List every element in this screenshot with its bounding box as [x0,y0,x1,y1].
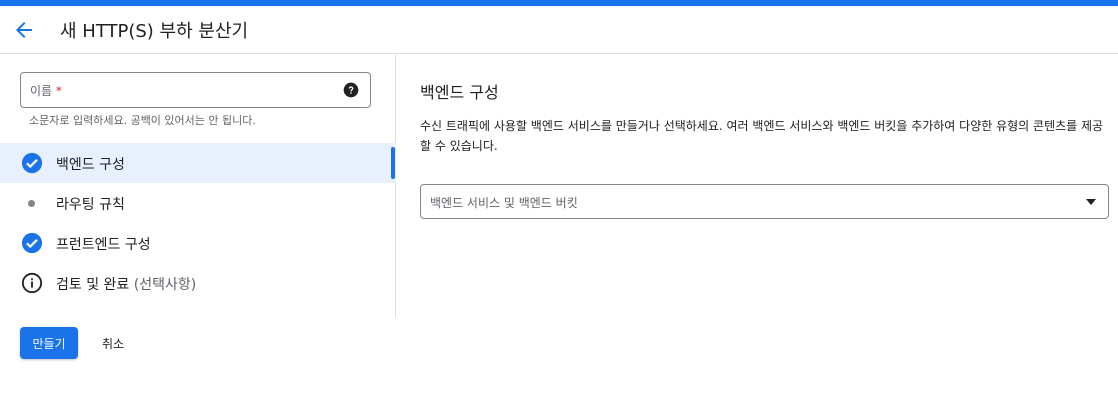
select-label: 백엔드 서비스 및 백엔드 버킷 [430,196,578,210]
step-label: 백엔드 구성 [56,157,125,173]
chevron-down-icon [1086,199,1096,205]
required-star: * [55,84,62,98]
check-circle-icon [21,152,43,174]
step-label: 검토 및 완료 (선택사항) [56,277,197,293]
section-title: 백엔드 구성 [420,83,499,102]
page-header: 새 HTTP(S) 부하 분산기 [0,6,1118,54]
step-review-finish[interactable]: 검토 및 완료 (선택사항) [0,263,396,303]
step-routing-rules[interactable]: 라우팅 규칙 [0,183,396,223]
info-icon [21,272,43,294]
form-footer: 만들기 취소 [0,317,1118,399]
step-label: 프런트엔드 구성 [56,237,151,253]
optional-label: (선택사항) [133,277,197,293]
step-label: 라우팅 규칙 [56,197,125,213]
arrow-back-icon[interactable] [12,18,36,42]
section-description: 수신 트래픽에 사용할 백엔드 서비스를 만들거나 선택하세요. 여러 백엔드 … [420,119,1104,153]
cancel-button[interactable]: 취소 [94,327,132,359]
active-step-indicator [391,147,395,179]
step-frontend-config[interactable]: 프런트엔드 구성 [0,223,396,263]
create-button[interactable]: 만들기 [20,327,78,359]
step-backend-config[interactable]: 백엔드 구성 [0,143,396,183]
steps-panel: 이름 * 소문자로 입력하세요. 공백이 있어서는 안 됩니다. 백엔드 구성 … [0,55,396,317]
page-title: 새 HTTP(S) 부하 분산기 [60,21,249,42]
backend-service-select[interactable]: 백엔드 서비스 및 백엔드 버킷 [420,184,1109,219]
name-hint: 소문자로 입력하세요. 공백이 있어서는 안 됩니다. [29,114,256,127]
dot-icon [28,200,35,207]
name-field[interactable]: 이름 * [20,72,371,108]
name-placeholder: 이름 * [30,84,62,98]
check-circle-icon [21,232,43,254]
help-icon[interactable] [343,82,359,98]
